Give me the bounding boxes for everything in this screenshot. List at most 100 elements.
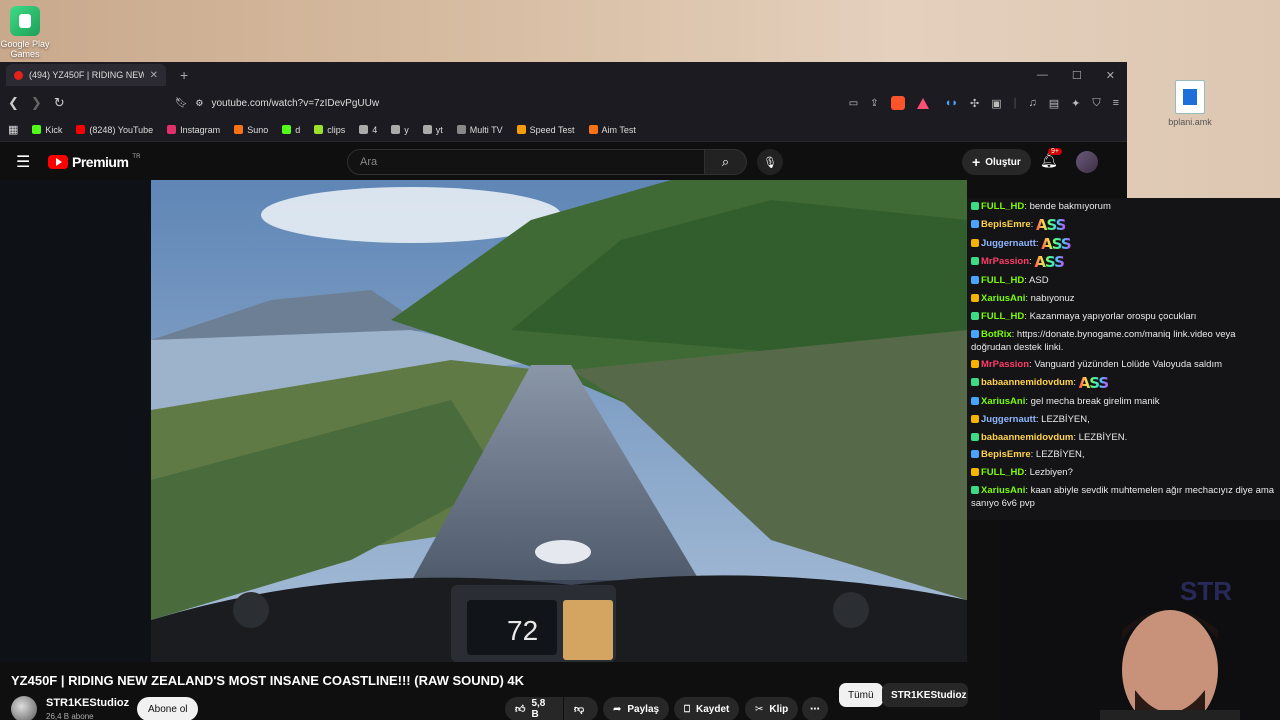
subscribe-button[interactable]: Abone ol <box>137 697 199 720</box>
youtube-premium-logo[interactable]: Premium TR <box>48 154 140 170</box>
music-icon[interactable]: ♫ <box>1028 97 1036 110</box>
dislike-button[interactable]: 👎︎ <box>564 697 598 720</box>
apps-grid-icon[interactable]: ▦ <box>8 123 18 136</box>
chat-username[interactable]: BepisEmre <box>981 449 1031 460</box>
channel-name[interactable]: STR1KEStudioz <box>46 697 129 709</box>
bookmark-item[interactable]: Kick <box>32 125 62 135</box>
brave-shields-icon[interactable] <box>890 96 905 110</box>
bookmark-label: Multi TV <box>469 124 503 135</box>
account-avatar[interactable] <box>1076 151 1098 173</box>
logo-country: TR <box>132 154 141 160</box>
chat-username[interactable]: MrPassion <box>981 359 1029 370</box>
url-field[interactable]: 🔖︎ ⚙︎ youtube.com/watch?v=7zIDevPgUUw <box>167 93 687 113</box>
bookmark-icon[interactable]: 🔖︎ <box>175 98 188 109</box>
stream-chat-overlay: FULL_HD: bende bakmıyorum BepisEmre: ASS J… <box>967 198 1280 520</box>
channel-avatar[interactable] <box>11 696 37 720</box>
share-icon: ➦ <box>613 703 622 715</box>
voice-search-mic-icon[interactable]: 🎙︎ <box>757 149 783 175</box>
brave-rewards-icon[interactable] <box>916 97 929 109</box>
search-button[interactable]: ⌕ <box>705 149 747 175</box>
chat-badge-icon <box>971 360 979 369</box>
audio-icon[interactable]: ◖◗ <box>945 97 958 110</box>
webcam-frame: STR <box>1000 520 1280 720</box>
address-bar: ❮ ❯ ↻ 🔖︎ ⚙︎ youtube.com/watch?v=7zIDevPg… <box>0 88 1127 118</box>
close-window-icon[interactable]: ✕ <box>1106 69 1115 82</box>
reload-icon[interactable]: ↻ <box>54 95 65 111</box>
chat-text: ASD <box>1029 275 1049 287</box>
browser-tab-youtube[interactable]: (494) YZ450F | RIDING NEW ZEA ✕ <box>6 64 166 86</box>
chat-username[interactable]: FULL_HD <box>981 311 1024 322</box>
chat-message: FULL_HD: ASD <box>971 274 1276 287</box>
bookmark-item[interactable]: yt <box>422 125 443 135</box>
more-actions-button[interactable]: ⋯ <box>802 697 828 720</box>
bookmark-item[interactable]: 4 <box>359 125 377 135</box>
ai-icon[interactable]: ✦ <box>1071 97 1080 110</box>
menu-icon[interactable]: ≡ <box>1113 97 1119 110</box>
chat-username[interactable]: BotRix <box>981 329 1012 340</box>
chat-username[interactable]: Juggernautt <box>981 238 1036 249</box>
wallet-icon[interactable]: ▤ <box>1049 97 1059 110</box>
bookmark-item[interactable]: Aim Test <box>588 125 636 135</box>
chat-username[interactable]: FULL_HD <box>981 275 1024 286</box>
like-button[interactable]: 👍︎ 5,8 B <box>505 697 563 720</box>
share-label: Paylaş <box>627 703 660 715</box>
chat-username[interactable]: babaannemidovdum <box>981 377 1073 388</box>
chat-username[interactable]: BepisEmre <box>981 219 1031 230</box>
bookmark-label: Speed Test <box>529 124 575 135</box>
chip-all[interactable]: Tümü <box>839 683 883 707</box>
bookmark-item[interactable]: d <box>282 125 300 135</box>
bplani-desktop-icon[interactable]: bplani.amk <box>1160 80 1220 127</box>
search-input[interactable]: Ara <box>347 149 705 175</box>
bookmark-item[interactable]: y <box>391 125 409 135</box>
more-icon: ⋯ <box>810 703 820 715</box>
minimize-icon[interactable]: — <box>1037 69 1048 82</box>
new-tab-icon[interactable]: + <box>180 67 188 83</box>
bookmark-item[interactable]: Suno <box>234 125 268 135</box>
chat-message: FULL_HD: Lezbiyen? <box>971 466 1276 479</box>
extensions-icon[interactable]: ✣ <box>970 97 979 110</box>
notifications-bell-icon[interactable]: 🔔︎ 9+ <box>1040 148 1062 169</box>
share-page-icon[interactable]: ⇪ <box>870 98 878 109</box>
google-play-games-desktop-icon[interactable]: Google Play Games <box>0 6 55 59</box>
chat-emote: ASS <box>1078 374 1110 393</box>
chat-text: nabıyonuz <box>1030 292 1075 304</box>
bookmark-item[interactable]: Speed Test <box>516 124 575 135</box>
clip-button[interactable]: ✂ Klip <box>745 697 799 720</box>
chat-username[interactable]: Juggernautt <box>981 414 1036 425</box>
chat-message: BotRix: https://donate.bynogame.com/mani… <box>971 328 1276 354</box>
chat-username[interactable]: FULL_HD <box>981 201 1024 212</box>
clip-label: Klip <box>769 703 789 715</box>
chat-username[interactable]: XariusAni <box>981 293 1025 304</box>
save-button[interactable]: ⎕ Kaydet <box>674 697 740 720</box>
close-tab-icon[interactable]: ✕ <box>150 70 158 81</box>
bookmark-favicon-icon <box>167 125 177 134</box>
youtube-header: ☰ Premium TR Ara ⌕ 🎙︎ + Oluştur 🔔︎ 9+ <box>0 142 1127 182</box>
google-play-games-icon <box>10 6 40 36</box>
bookmark-item[interactable]: Multi TV <box>456 124 503 135</box>
create-button[interactable]: + Oluştur <box>962 149 1031 175</box>
vpn-icon[interactable]: ⛉ <box>1092 97 1100 110</box>
chat-username[interactable]: FULL_HD <box>981 467 1024 478</box>
hamburger-menu-icon[interactable]: ☰ <box>16 152 46 172</box>
chip-channel[interactable]: STR1KEStudioz ad <box>882 683 968 707</box>
chat-username[interactable]: MrPassion <box>981 256 1029 267</box>
cast-icon[interactable]: ▭ <box>849 98 858 109</box>
back-icon[interactable]: ❮ <box>8 95 19 111</box>
chat-username[interactable]: XariusAni <box>981 396 1025 407</box>
forward-icon[interactable]: ❯ <box>31 95 42 111</box>
bookmark-item[interactable]: clips <box>314 125 345 135</box>
chat-text: Lezbiyen? <box>1029 467 1073 479</box>
youtube-favicon-icon <box>14 70 23 80</box>
chat-text: Kazanmaya yapıyorlar orospu çocukları <box>1029 310 1197 322</box>
screenshot-icon[interactable]: ▣ <box>991 97 1001 110</box>
maximize-icon[interactable]: ☐ <box>1072 69 1082 82</box>
chat-text: bende bakmıyorum <box>1029 201 1111 212</box>
site-info-icon[interactable]: ⚙︎ <box>195 98 203 109</box>
chat-username[interactable]: XariusAni <box>981 485 1025 496</box>
bookmark-favicon-icon <box>76 125 86 134</box>
chat-username[interactable]: babaannemidovdum <box>981 432 1073 443</box>
share-button[interactable]: ➦ Paylaş <box>603 697 670 720</box>
video-player[interactable]: 72 <box>151 180 967 662</box>
bookmark-item[interactable]: Instagram <box>167 125 220 135</box>
bookmark-item[interactable]: (8248) YouTube <box>76 125 153 135</box>
